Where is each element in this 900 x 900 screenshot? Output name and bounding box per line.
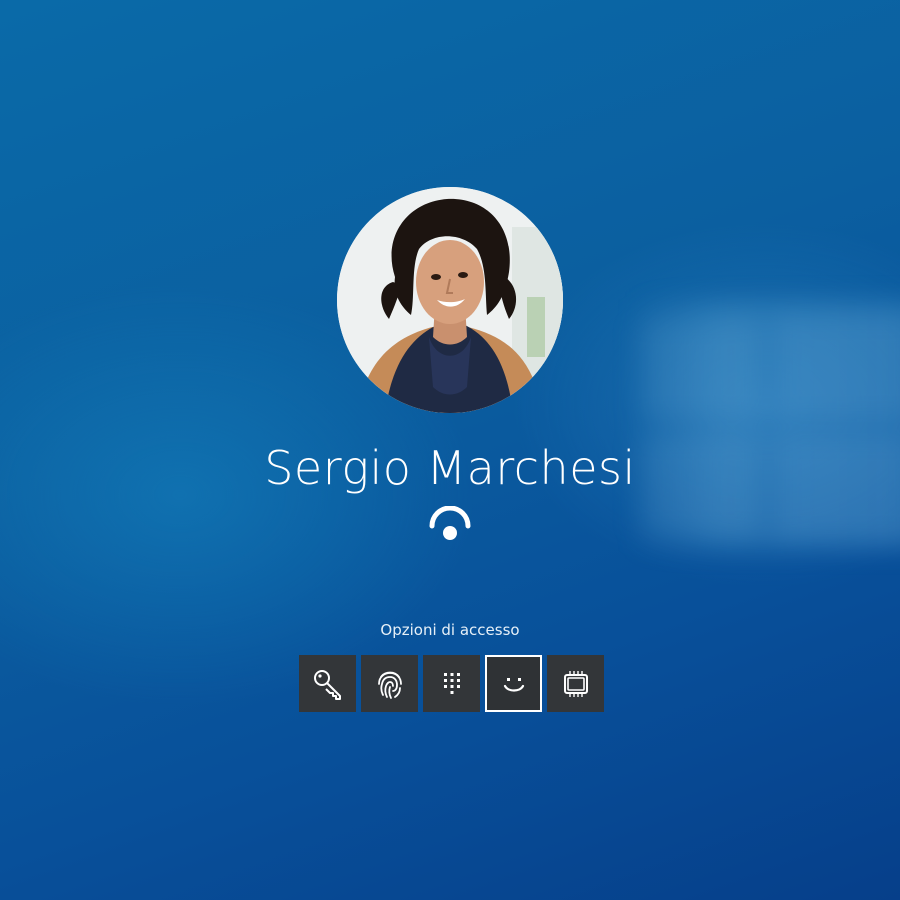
sign-in-options-label: Opzioni di accesso bbox=[380, 621, 520, 639]
face-option-button[interactable] bbox=[485, 655, 542, 712]
key-icon bbox=[313, 669, 341, 700]
background-windows-logo-glow bbox=[630, 300, 900, 550]
face-recognition-status-icon bbox=[428, 506, 472, 542]
security-key-icon bbox=[563, 670, 588, 697]
pin-option-button[interactable] bbox=[423, 655, 480, 712]
security-key-option-button[interactable] bbox=[547, 655, 604, 712]
user-name: Sergio Marchesi bbox=[264, 441, 636, 495]
user-photo bbox=[337, 187, 563, 413]
sign-in-options bbox=[299, 655, 604, 713]
pin-keypad-icon bbox=[443, 672, 460, 694]
user-avatar bbox=[337, 187, 563, 413]
password-option-button[interactable] bbox=[299, 655, 356, 712]
fingerprint-option-button[interactable] bbox=[361, 655, 418, 712]
fingerprint-icon bbox=[377, 671, 402, 699]
smiley-face-icon bbox=[503, 677, 524, 692]
